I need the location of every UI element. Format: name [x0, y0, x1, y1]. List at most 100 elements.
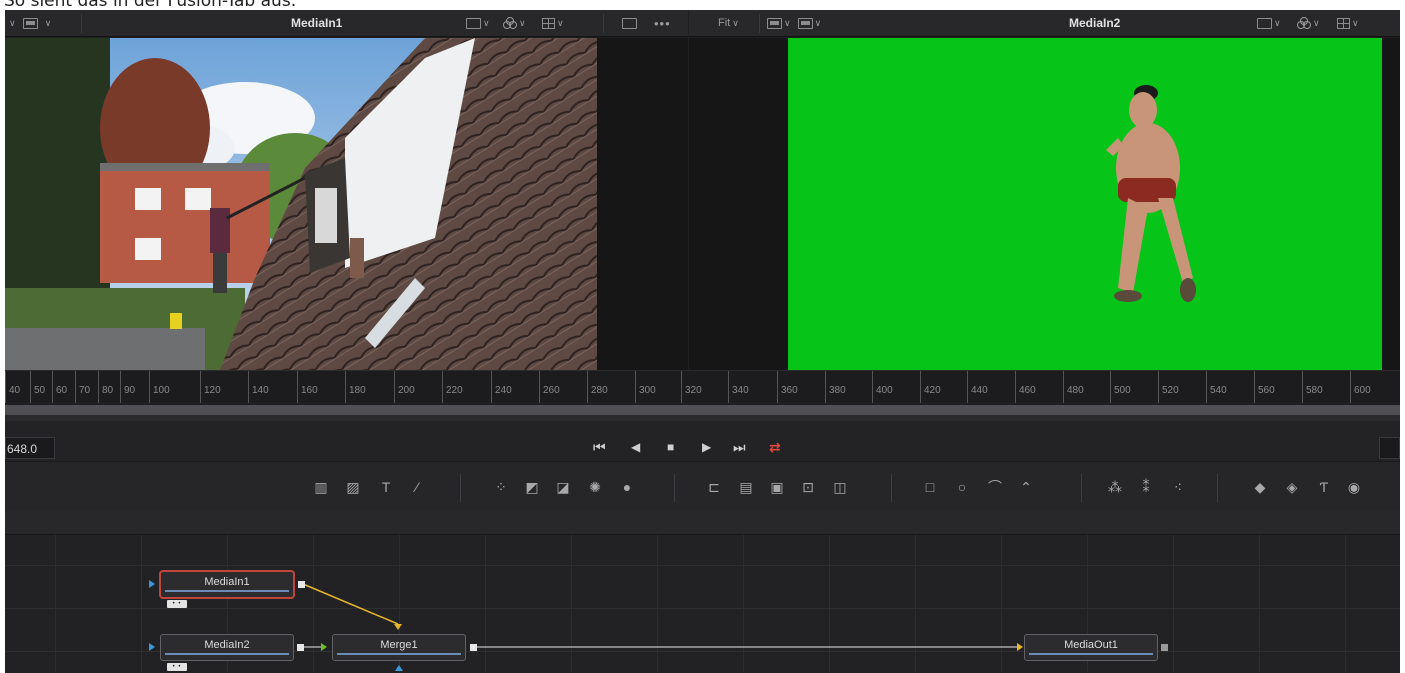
ruler-tick: 50	[30, 371, 45, 403]
color-channel-menu[interactable]: ∨	[1297, 16, 1320, 30]
node-merge1[interactable]: Merge1	[332, 634, 466, 661]
ruler-tick: 140	[248, 371, 269, 403]
time-scrubber[interactable]	[5, 405, 1400, 415]
mediain2-output[interactable]	[297, 644, 304, 651]
merge1-foreground-input[interactable]	[321, 643, 327, 651]
roi-menu[interactable]: ∨	[466, 16, 490, 30]
toolbar-divider	[891, 474, 892, 502]
matte-control-icon[interactable]: ▣	[766, 476, 788, 498]
viewer1[interactable]	[5, 38, 688, 380]
blur-icon[interactable]: ●	[616, 476, 638, 498]
background-icon[interactable]: ▥	[310, 476, 332, 498]
polygon-mask-icon[interactable]: ⌒	[984, 476, 1006, 498]
transform-icon[interactable]: ⊡	[797, 476, 819, 498]
loop-button[interactable]: ⇄	[769, 439, 781, 455]
ruler-tick: 560	[1254, 371, 1275, 403]
current-time-field[interactable]: 648.0	[5, 437, 55, 459]
ruler-tick: 160	[297, 371, 318, 403]
viewer1-layout-menu[interactable]: ∨ ∨	[9, 16, 51, 30]
rectangle-mask-icon[interactable]: □	[919, 476, 941, 498]
text-icon[interactable]: T	[375, 476, 397, 498]
viewer1-header: ∨ ∨ MediaIn1 ∨ ∨ ∨ •••	[5, 10, 688, 37]
ruler-tick: 340	[728, 371, 749, 403]
play-forward-button[interactable]: ▶	[702, 439, 711, 455]
merge1-output[interactable]	[470, 644, 477, 651]
pemitter-icon[interactable]: ⁖	[1167, 476, 1189, 498]
toolbar-divider	[674, 474, 675, 502]
ruler-tick: 120	[200, 371, 221, 403]
viewer1-image	[5, 38, 597, 370]
ruler-tick: 420	[920, 371, 941, 403]
toolbar-divider	[460, 474, 461, 502]
viewer2-image	[788, 38, 1382, 370]
color-corrector-icon[interactable]: ◩	[521, 476, 543, 498]
zoom-fit-menu[interactable]: Fit ∨	[718, 16, 739, 30]
timeline-ruler[interactable]: 40 50 60 70 80 90 100 120 140 160 180 200 220 240 260 2…	[5, 370, 1400, 403]
shape3d-icon[interactable]: ◆	[1249, 476, 1271, 498]
node-mediaout1[interactable]: MediaOut1	[1024, 634, 1158, 661]
stop-button[interactable]: ■	[667, 439, 674, 455]
end-time-field[interactable]	[1379, 437, 1400, 459]
ruler-tick: 90	[120, 371, 135, 403]
grid-menu[interactable]: ∨	[542, 16, 564, 30]
merge1-mask-input[interactable]	[395, 665, 403, 671]
renderer3d-icon[interactable]: ◉	[1343, 476, 1365, 498]
merge3d-icon[interactable]: ◈	[1281, 476, 1303, 498]
node-mediain1[interactable]: MediaIn1	[160, 571, 294, 598]
toolbar-divider	[1081, 474, 1082, 502]
viewer2-title: MediaIn2	[1069, 16, 1121, 30]
roi-menu[interactable]: ∨	[1257, 16, 1281, 30]
ruler-tick: 500	[1110, 371, 1131, 403]
ruler-tick: 280	[587, 371, 608, 403]
ruler-tick: 220	[442, 371, 463, 403]
glow-icon[interactable]: ✺	[584, 476, 606, 498]
text3d-icon[interactable]: Ƭ	[1313, 476, 1335, 498]
paint-fill-icon[interactable]: ▨	[342, 476, 364, 498]
mediain1-input[interactable]	[149, 580, 155, 588]
ruler-tick: 100	[149, 371, 170, 403]
divider	[81, 14, 82, 33]
particle-render-icon[interactable]: ⁑	[1135, 476, 1157, 498]
crop-icon[interactable]: ◫	[829, 476, 851, 498]
single-view-button[interactable]	[622, 16, 637, 30]
merge-icon[interactable]: ▤	[735, 476, 757, 498]
brightness-contrast-icon[interactable]: ◪	[552, 476, 574, 498]
particles-icon[interactable]: ⁘	[490, 476, 512, 498]
grid-menu[interactable]: ∨	[1337, 16, 1359, 30]
ruler-tick: 440	[967, 371, 988, 403]
tool-toolbar: ▥ ▨ T ⁄ ⁘ ◩ ◪ ✺ ● ⊏ ▤ ▣ ⊡ ◫ □ ○ ⌒ ⌃ ⁂ ⁑ ⁖ ◆ ◈ Ƭ ◉	[5, 461, 1400, 511]
ruler-tick: 260	[539, 371, 560, 403]
ellipse-mask-icon[interactable]: ○	[951, 476, 973, 498]
loader-icon[interactable]: ⊏	[703, 476, 725, 498]
mediaout1-input[interactable]	[1017, 643, 1023, 651]
mediain1-output[interactable]	[298, 581, 305, 588]
viewer2-layout-menu[interactable]: ∨ ∨	[767, 16, 821, 30]
paint-brush-icon[interactable]: ⁄	[406, 476, 428, 498]
ruler-tick: 70	[75, 371, 90, 403]
particle-emitter-icon[interactable]: ⁂	[1104, 476, 1126, 498]
viewer2[interactable]	[689, 38, 1400, 380]
ruler-tick: 360	[777, 371, 798, 403]
mediain2-input[interactable]	[149, 643, 155, 651]
go-to-start-button[interactable]: ⏮	[593, 439, 606, 455]
transport-bar: 648.0 ⏮ ◀ ■ ▶ ⏭ ⇄	[5, 421, 1400, 461]
more-options-button[interactable]: •••	[654, 16, 671, 31]
ruler-tick: 380	[825, 371, 846, 403]
node-editor-header	[5, 511, 1400, 535]
merge1-background-input[interactable]	[394, 624, 402, 630]
ruler-tick: 600	[1350, 371, 1371, 403]
ruler-tick: 540	[1206, 371, 1227, 403]
grid-icon	[542, 17, 555, 29]
go-to-end-button[interactable]: ⏭	[733, 439, 746, 455]
mediaout1-output[interactable]	[1161, 644, 1168, 651]
green-screen-figure	[1106, 85, 1196, 302]
node-mediain2[interactable]: MediaIn2	[160, 634, 294, 661]
ruler-tick: 520	[1158, 371, 1179, 403]
node-editor[interactable]: MediaIn1 • • MediaIn2 • • Merge1 MediaOu…	[5, 535, 1400, 673]
connection-mediain1-merge1	[302, 583, 399, 625]
grid-icon	[1337, 17, 1350, 29]
color-channel-menu[interactable]: ∨	[503, 16, 526, 30]
ruler-tick: 40	[5, 371, 20, 403]
play-reverse-button[interactable]: ◀	[631, 439, 640, 455]
bspline-mask-icon[interactable]: ⌃	[1015, 476, 1037, 498]
